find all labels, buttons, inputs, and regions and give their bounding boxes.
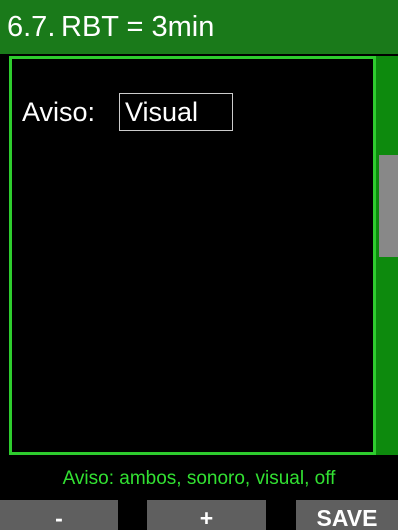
minus-button[interactable]: - <box>0 500 118 530</box>
scrollbar-thumb[interactable] <box>379 155 398 257</box>
options-hint: Aviso: ambos, sonoro, visual, off <box>62 468 336 489</box>
page-title: RBT = 3min <box>61 11 215 43</box>
setting-value-field[interactable]: Visual <box>119 93 233 131</box>
setting-label: Aviso: <box>22 97 96 127</box>
scrollbar[interactable] <box>373 56 398 455</box>
menu-position: 6.7. <box>7 11 56 43</box>
save-button[interactable]: SAVE <box>296 500 398 530</box>
title-bar: 6.7. RBT = 3min <box>0 0 398 54</box>
plus-button[interactable]: + <box>147 500 266 530</box>
